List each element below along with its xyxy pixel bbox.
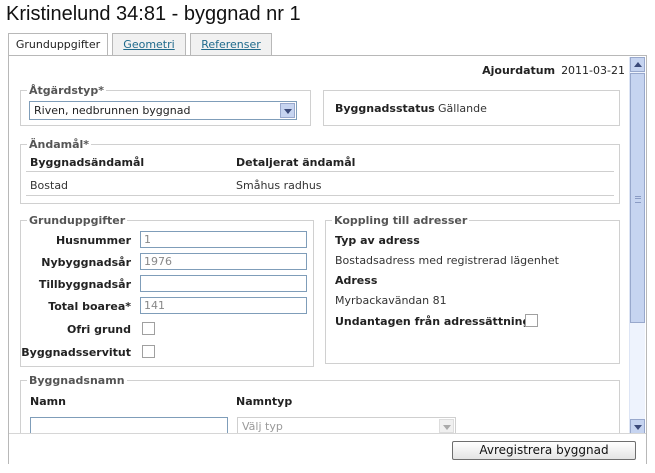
tab-referenser[interactable]: Referenser <box>190 33 272 55</box>
undantagen-checkbox[interactable] <box>525 314 538 327</box>
byggnadsservitut-label: Byggnadsservitut <box>21 346 131 359</box>
byggnadsservitut-checkbox[interactable] <box>142 345 155 358</box>
namntyp-placeholder: Välj typ <box>242 420 283 433</box>
husnummer-label: Husnummer <box>55 234 131 247</box>
atgardstyp-selected: Riven, nedbrunnen byggnad <box>34 104 191 117</box>
ajourdatum: Ajourdatum 2011-03-21 <box>482 64 625 77</box>
window-title: Kristinelund 34:81 - byggnad nr 1 <box>6 3 301 25</box>
byggnadsstatus-value: Gällande <box>438 102 487 115</box>
grip-icon <box>635 196 641 203</box>
ofri-grund-label: Ofri grund <box>67 323 131 336</box>
footer-bar: Avregistrera byggnad <box>9 433 646 464</box>
andamal-legend: Ändamål* <box>29 138 90 151</box>
typ-av-adress-value: Bostadsadress med registrerad lägenhet <box>335 254 559 267</box>
chevron-down-icon[interactable] <box>280 103 295 118</box>
divider <box>26 195 614 196</box>
nybyggnadsar-label: Nybyggnadsår <box>41 256 131 269</box>
undantagen-label: Undantagen från adressättning <box>335 315 531 328</box>
andamal-header-byggnadsandamal: Byggnadsändamål <box>30 156 145 169</box>
namn-header: Namn <box>30 395 66 408</box>
husnummer-input[interactable]: 1 <box>140 231 307 248</box>
ajourdatum-value: 2011-03-21 <box>561 64 625 77</box>
scrollbar-thumb[interactable] <box>630 73 645 323</box>
content-panel: Ajourdatum 2011-03-21 Åtgärdstyp* Riven, … <box>8 55 647 464</box>
ajourdatum-label: Ajourdatum <box>482 64 556 77</box>
adress-value: Myrbackavändan 81 <box>335 294 447 307</box>
namntyp-select[interactable]: Välj typ <box>237 417 456 433</box>
divider <box>26 171 614 172</box>
andamal-header-detaljerat: Detaljerat ändamål <box>236 156 356 169</box>
ofri-grund-checkbox[interactable] <box>142 322 155 335</box>
tillbyggnadsar-input[interactable] <box>140 275 307 292</box>
tillbyggnadsar-label: Tillbyggnadsår <box>38 278 131 291</box>
scroll-down-icon[interactable] <box>630 419 645 434</box>
byggnadsnamn-legend: Byggnadsnamn <box>29 374 125 387</box>
namn-input[interactable] <box>30 417 228 433</box>
byggnadsstatus-label: Byggnadsstatus <box>335 102 435 115</box>
boarea-label: Total boarea* <box>48 300 131 313</box>
boarea-input[interactable]: 141 <box>140 297 307 314</box>
table-cell-byggnadsandamal[interactable]: Bostad <box>30 179 68 192</box>
adress-label: Adress <box>335 274 378 287</box>
atgardstyp-legend: Åtgärdstyp* <box>29 84 104 97</box>
table-cell-detaljerat[interactable]: Småhus radhus <box>236 179 322 192</box>
avregistrera-button[interactable]: Avregistrera byggnad <box>452 441 636 460</box>
typ-av-adress-label: Typ av adress <box>335 234 420 247</box>
tab-geometri[interactable]: Geometri <box>112 33 186 55</box>
scroll-content: Ajourdatum 2011-03-21 Åtgärdstyp* Riven, … <box>9 56 631 433</box>
namntyp-header: Namntyp <box>236 395 293 408</box>
atgardstyp-select[interactable]: Riven, nedbrunnen byggnad <box>29 101 297 120</box>
grunduppgifter-legend: Grunduppgifter <box>29 214 126 227</box>
tab-grunduppgifter[interactable]: Grunduppgifter <box>8 33 108 56</box>
koppling-legend: Koppling till adresser <box>334 214 468 227</box>
nybyggnadsar-input[interactable]: 1976 <box>140 253 307 270</box>
scroll-up-icon[interactable] <box>630 57 645 72</box>
chevron-down-icon[interactable] <box>439 419 454 433</box>
vertical-scrollbar[interactable] <box>629 57 645 434</box>
